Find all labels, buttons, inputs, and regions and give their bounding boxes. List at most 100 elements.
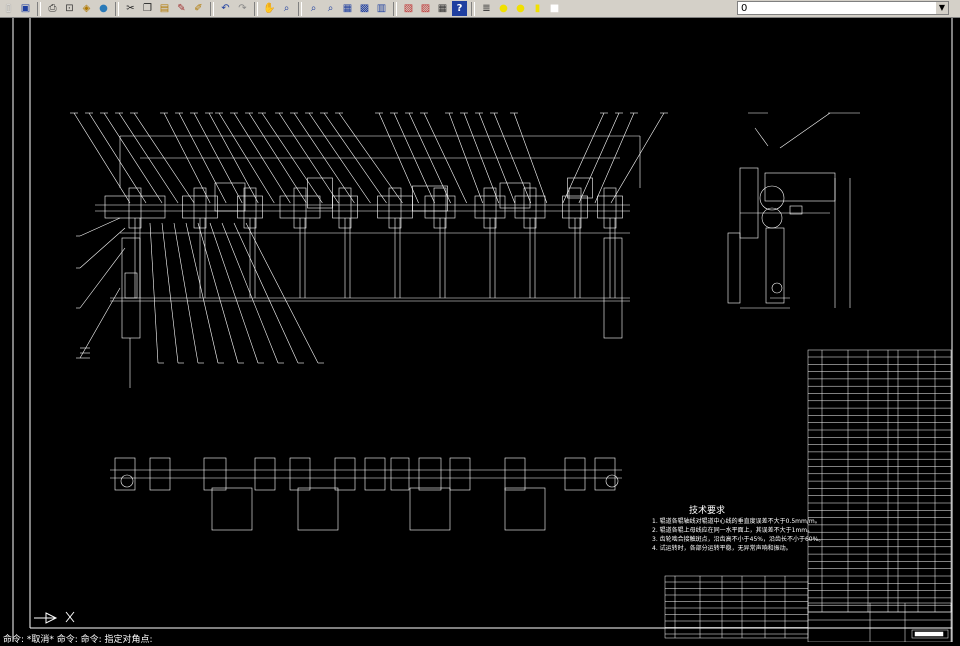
zoom-window-icon[interactable]: ⌕ (306, 1, 321, 16)
plan-roller (594, 457, 616, 491)
note-line: 2. 辊道各辊上母线应在同一水平面上，其误差不大于1mm。 (652, 527, 814, 534)
ucs-icon (34, 611, 75, 624)
note-line: 1. 辊道各辊轴线对辊道中心线的垂直度误差不大于0.5mm/m。 (652, 518, 821, 525)
layer-value: 0 (741, 3, 748, 14)
cad-drawing (12, 18, 953, 643)
plan-motor (297, 487, 339, 531)
roller-housing (597, 195, 623, 219)
block-editor-icon[interactable]: ✐ (191, 1, 206, 16)
plan-wheel (605, 474, 619, 488)
plan-roller (334, 457, 356, 491)
leader-line (73, 112, 131, 204)
toolbar-separator (471, 1, 475, 16)
note-line: 3. 齿轮啮合接触斑点，沿齿高不小于45%，沿齿长不小于60%。 (652, 536, 825, 543)
plan-roller (504, 457, 526, 491)
end-frame (739, 167, 759, 239)
help-icon[interactable]: ? (452, 1, 467, 16)
drawing-canvas[interactable] (0, 18, 960, 643)
redo-icon[interactable]: ↷ (235, 1, 250, 16)
markup-icon[interactable]: ▨ (418, 1, 433, 16)
leader-line (79, 227, 126, 269)
leader-line (233, 222, 299, 364)
plan-roller (564, 457, 586, 491)
properties-icon[interactable]: ▦ (340, 1, 355, 16)
side-view (70, 112, 668, 388)
publish-icon[interactable]: ◈ (79, 1, 94, 16)
sun-icon[interactable]: ● (513, 1, 528, 16)
save-icon[interactable]: ▣ (18, 1, 33, 16)
cut-icon[interactable]: ✂ (123, 1, 138, 16)
leader-line (88, 112, 147, 204)
design-center-icon[interactable]: ▩ (357, 1, 372, 16)
match-properties-icon[interactable]: ✎ (174, 1, 189, 16)
leader-line (245, 222, 319, 364)
calculator-icon[interactable]: ▦ (435, 1, 450, 16)
undo-icon[interactable]: ↶ (218, 1, 233, 16)
print-icon[interactable]: ⎙ (45, 1, 60, 16)
zoom-realtime-icon[interactable]: ⌕ (279, 1, 294, 16)
roller-housing (279, 195, 321, 219)
pan-icon[interactable]: ✋ (262, 1, 277, 16)
roller-column (603, 237, 623, 339)
new-icon[interactable]: ▯ (1, 1, 16, 16)
tech-requirements-title: 技术要求 (689, 506, 726, 516)
roller-housing (562, 195, 588, 219)
plan-roller (418, 457, 442, 491)
sheet-set-icon[interactable]: ▧ (401, 1, 416, 16)
leader-line (185, 222, 219, 364)
parts-list-table (664, 349, 952, 639)
leader-line (197, 222, 239, 364)
plan-roller (114, 457, 136, 491)
end-wheel (761, 207, 783, 229)
roller-column (121, 237, 141, 339)
zoom-previous-icon[interactable]: ⌕ (323, 1, 338, 16)
plan-roller (254, 457, 276, 491)
roller-housing (474, 195, 506, 219)
plan-roller (390, 457, 410, 491)
plan-motor (504, 487, 546, 531)
layer-combo[interactable]: 0 ▼ (737, 1, 949, 15)
plan-roller (449, 457, 471, 491)
plan-wheel (120, 474, 134, 488)
toolbar-separator (37, 1, 41, 16)
toolbar-separator (210, 1, 214, 16)
lock-icon[interactable]: ▮ (530, 1, 545, 16)
leader-line (79, 247, 126, 309)
plan-roller (149, 457, 171, 491)
end-support (727, 232, 741, 304)
toolbar-separator (298, 1, 302, 16)
roller-housing (104, 195, 166, 219)
plan-roller (203, 457, 227, 491)
roller-housing (424, 195, 456, 219)
end-column (765, 227, 785, 304)
end-wheel (759, 185, 785, 211)
print-preview-icon[interactable]: ⊡ (62, 1, 77, 16)
plan-roller (289, 457, 311, 491)
leader-line (149, 222, 159, 364)
roller-housing (237, 195, 263, 219)
paste-icon[interactable]: ▤ (157, 1, 172, 16)
toolbar-separator (254, 1, 258, 16)
command-line[interactable]: 命令: *取消* 命令: 命令: 指定对角点: (3, 632, 153, 645)
drawing-line (754, 127, 769, 147)
toolbar-separator (393, 1, 397, 16)
note-line: 4. 试运转时，各部分运转平稳，无异常声响和振动。 (652, 545, 792, 552)
tool-palettes-icon[interactable]: ▥ (374, 1, 389, 16)
lightbulb-icon[interactable]: ● (496, 1, 511, 16)
color-swatch-icon[interactable]: ■ (547, 1, 562, 16)
copy-icon[interactable]: ❐ (140, 1, 155, 16)
motor-box (412, 185, 448, 212)
layers-icon[interactable]: ≣ (479, 1, 494, 16)
chevron-down-icon[interactable]: ▼ (936, 2, 948, 14)
roller-housing (182, 195, 218, 219)
leader-line (209, 222, 259, 364)
leader-line (79, 287, 121, 359)
bom-lower-frame (664, 575, 809, 639)
end-view (727, 112, 860, 309)
end-wheel (771, 282, 783, 294)
leader-line (173, 222, 199, 364)
leader-line (79, 217, 121, 237)
toolbar-separator (115, 1, 119, 16)
plan-motor (409, 487, 451, 531)
globe-icon[interactable]: ● (96, 1, 111, 16)
